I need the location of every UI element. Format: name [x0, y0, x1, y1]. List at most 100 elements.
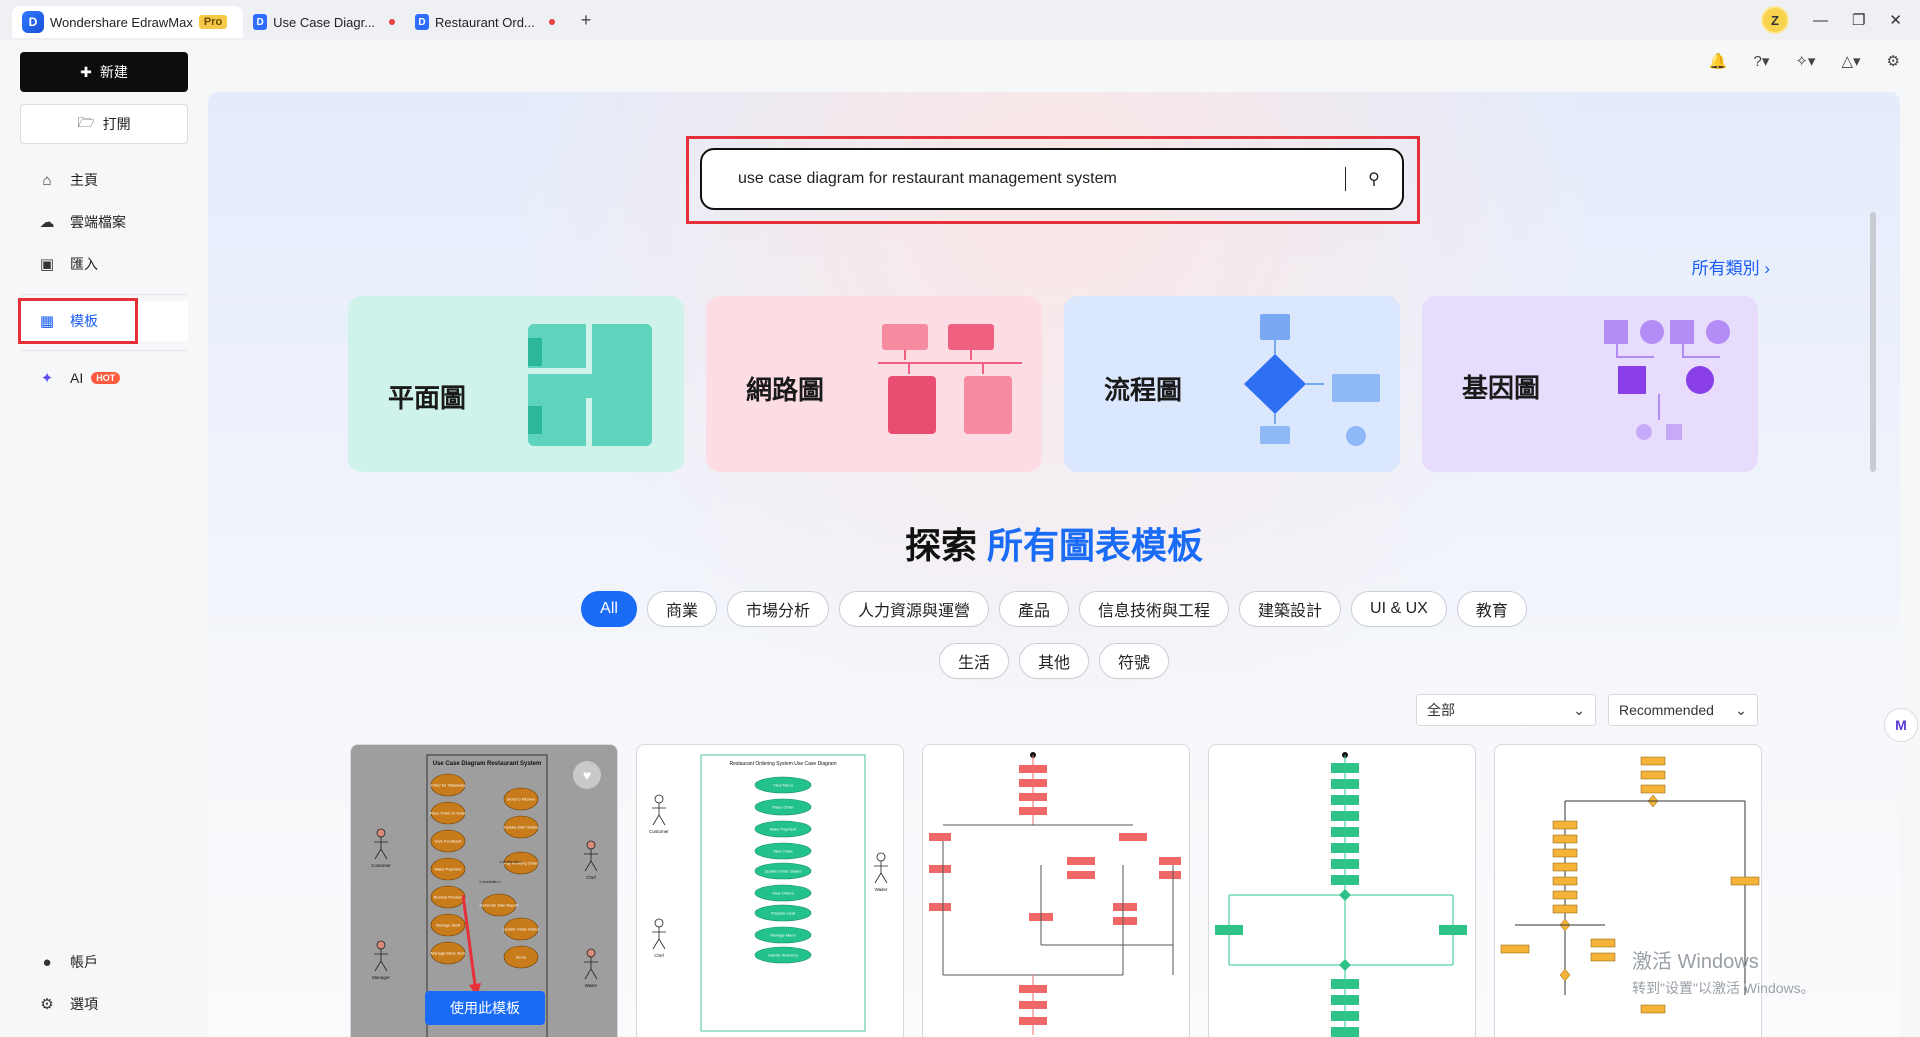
account-icon: ●: [42, 953, 52, 971]
ai-assistant-float-icon[interactable]: M: [1884, 708, 1918, 742]
actor-head: [586, 840, 596, 850]
actor-head: [586, 948, 596, 958]
actor-body: [652, 803, 666, 826]
template-card-1[interactable]: Use Case Diagram Restaurant System Order…: [350, 744, 618, 1037]
filter-chip[interactable]: All: [581, 591, 637, 627]
scrollbar[interactable]: [1870, 212, 1876, 472]
filter-chip[interactable]: 生活: [938, 643, 1009, 679]
new-tab-plus-icon[interactable]: +: [581, 10, 592, 31]
filter-chip[interactable]: 商業: [646, 591, 717, 627]
bell-icon[interactable]: 🔔: [1709, 52, 1728, 70]
filter-chip[interactable]: 信息技術與工程: [1079, 591, 1230, 627]
unsaved-dot-icon: [548, 19, 555, 25]
actor-head: [876, 852, 886, 862]
chevron-right-icon: ›: [1764, 259, 1770, 278]
avatar[interactable]: Z: [1760, 6, 1789, 34]
actor-label: Manager: [372, 975, 390, 980]
actor-label: Waiter: [585, 983, 598, 988]
new-button[interactable]: ✚ 新建: [20, 52, 188, 92]
category-card-flowchart[interactable]: 流程圖: [1064, 296, 1400, 472]
filter-chip[interactable]: 人力資源與運營: [838, 591, 989, 627]
use-case-label: View Orders: [772, 891, 794, 896]
filter-chips-row2: 生活 其他 符號: [208, 643, 1900, 679]
category-label: 流程圖: [1104, 375, 1183, 405]
use-case-label: Make Payment: [435, 867, 463, 872]
home-icon: ⌂: [42, 171, 52, 189]
use-template-button[interactable]: 使用此模板: [425, 991, 545, 1025]
filter-chip[interactable]: 其他: [1018, 643, 1089, 679]
all-categories-label: 所有類別: [1691, 259, 1760, 278]
sidebar-item-home[interactable]: ⌂ 主頁: [20, 160, 188, 200]
search-icon[interactable]: ⚲: [1346, 169, 1402, 189]
unsaved-dot-icon: [389, 19, 396, 25]
template-card-2[interactable]: Restaurant Ordering System Use Case Diag…: [636, 744, 904, 1037]
sidebar-item-ai[interactable]: ✦ AI HOT: [20, 358, 188, 398]
explore-heading: 探索 所有圖表模板: [208, 517, 1900, 569]
template-card-4[interactable]: [1208, 744, 1476, 1037]
close-icon[interactable]: ✕: [1889, 11, 1902, 29]
folder-icon: 🗁: [77, 114, 95, 130]
filter-chip[interactable]: 產品: [998, 591, 1069, 627]
actor-body: [652, 927, 666, 950]
restore-icon[interactable]: ❐: [1852, 11, 1865, 29]
document-icon: D: [415, 14, 430, 30]
card1-include: <<include>>: [479, 879, 502, 884]
sidebar-item-label: 雲端檔案: [70, 214, 126, 230]
plus-square-icon: ✚: [80, 63, 92, 80]
filter-chip[interactable]: 符號: [1099, 643, 1170, 679]
scope-select-value: 全部: [1427, 702, 1455, 718]
document-icon: D: [253, 14, 268, 30]
floorplan-illustration-icon: [528, 324, 652, 446]
actor-body: [374, 837, 388, 860]
settings-gear-icon[interactable]: ⚙: [1887, 52, 1900, 70]
category-label: 網路圖: [746, 375, 825, 405]
all-categories-link[interactable]: 所有類別 ›: [1692, 254, 1770, 279]
filter-chips-row1: All 商業 市場分析 人力資源與運營 產品 信息技術與工程 建築設計 UI & UX 教育: [208, 591, 1900, 627]
search-bar[interactable]: use case diagram for restaurant manageme…: [700, 148, 1404, 210]
card2-title: Restaurant Ordering System Use Case Diag…: [730, 761, 837, 767]
category-card-network[interactable]: 網路圖: [706, 296, 1042, 472]
app-title: Wondershare EdrawMax: [50, 14, 193, 30]
actor-body: [374, 949, 388, 972]
cloud-icon: ☁: [39, 214, 55, 231]
template-thumbnail: [929, 752, 1181, 1035]
sidebar-item-label: 選項: [70, 996, 98, 1012]
sidebar-item-options[interactable]: ⚙ 選項: [20, 984, 188, 1024]
shirt-theme-icon[interactable]: △▾: [1841, 52, 1860, 70]
use-case-label: Manage Menu Item: [431, 951, 466, 956]
actor-label: Waiter: [875, 887, 888, 892]
chevron-down-icon: ⌄: [1735, 701, 1747, 718]
network-illustration-icon: [878, 324, 1022, 434]
filter-chip[interactable]: 教育: [1456, 591, 1527, 627]
scope-select[interactable]: 全部 ⌄: [1416, 694, 1596, 726]
search-input[interactable]: use case diagram for restaurant manageme…: [702, 170, 1345, 188]
explore-prefix: 探索: [904, 525, 977, 566]
filter-chip[interactable]: 市場分析: [726, 591, 829, 627]
use-case-label: Give Feedback: [435, 839, 462, 844]
filter-chip[interactable]: 建築設計: [1239, 591, 1342, 627]
actor-label: Customer: [649, 829, 669, 834]
title-bar: D Wondershare EdrawMax Pro D Use Case Di…: [0, 0, 1920, 40]
help-icon[interactable]: ?▾: [1753, 52, 1769, 70]
sidebar-item-import[interactable]: ▣ 匯入: [20, 244, 188, 284]
favorite-heart-icon[interactable]: ♥: [573, 761, 601, 789]
tab-home[interactable]: D Wondershare EdrawMax Pro: [12, 6, 244, 38]
minimize-icon[interactable]: —: [1813, 12, 1828, 29]
open-button[interactable]: 🗁 打開: [20, 104, 188, 144]
tab-use-case-diagram[interactable]: D Use Case Diagr...: [243, 6, 405, 38]
actor-head: [654, 918, 664, 928]
sidebar-item-cloud[interactable]: ☁ 雲端檔案: [20, 202, 188, 242]
actor-label: Chef: [654, 953, 664, 958]
genogram-illustration-icon: [1604, 320, 1730, 440]
windows-activation-watermark: 激活 Windows 转到"设置"以激活 Windows。: [1632, 945, 1815, 998]
actor-label: Chef: [586, 875, 596, 880]
filter-chip[interactable]: UI & UX: [1351, 591, 1447, 627]
category-card-genogram[interactable]: 基因圖: [1422, 296, 1758, 472]
tab-restaurant-ordering[interactable]: D Restaurant Ord...: [405, 6, 565, 38]
template-card-3[interactable]: [922, 744, 1190, 1037]
sort-select[interactable]: Recommended ⌄: [1608, 694, 1758, 726]
category-card-floorplan[interactable]: 平面圖: [348, 296, 684, 472]
actor-head: [654, 794, 664, 804]
sidebar-item-account[interactable]: ● 帳戶: [20, 942, 188, 982]
apps-icon[interactable]: ✧▾: [1795, 52, 1815, 70]
